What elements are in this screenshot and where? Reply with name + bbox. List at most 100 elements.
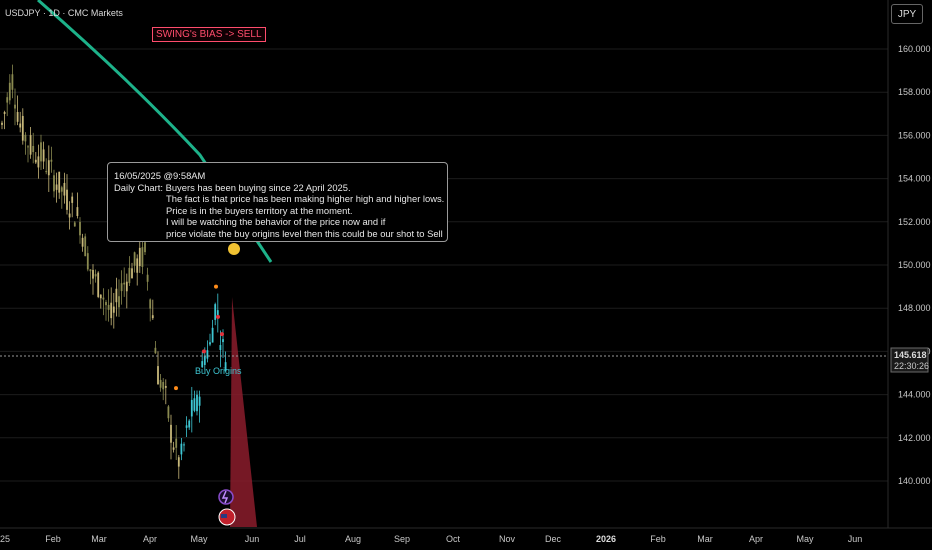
candle-body bbox=[193, 398, 196, 411]
x-tick-label: 25 bbox=[0, 534, 10, 544]
candle-body bbox=[97, 272, 100, 297]
x-tick-label: Sep bbox=[394, 534, 410, 544]
candle-body bbox=[185, 425, 188, 428]
candle-body bbox=[79, 221, 81, 236]
signal-marker bbox=[202, 349, 206, 354]
candle-body bbox=[37, 156, 40, 168]
y-tick-label: 154.000 bbox=[898, 174, 931, 184]
candle-body bbox=[219, 345, 222, 351]
chart-svg[interactable]: 140.000142.000144.000146.000148.000150.0… bbox=[0, 0, 932, 550]
candle-body bbox=[84, 236, 87, 257]
signal-marker bbox=[216, 314, 220, 319]
candle-body bbox=[211, 327, 214, 343]
candle-body bbox=[99, 294, 102, 299]
candle-body bbox=[209, 342, 211, 345]
candle-body bbox=[60, 187, 63, 192]
candle-body bbox=[55, 184, 58, 190]
x-tick-label: May bbox=[190, 534, 208, 544]
y-tick-label: 150.000 bbox=[898, 260, 931, 270]
x-tick-label: May bbox=[796, 534, 814, 544]
candle-body bbox=[16, 112, 19, 122]
candle-body bbox=[27, 146, 29, 148]
candle-body bbox=[141, 247, 144, 267]
symbol-title[interactable]: USDJPY · 1D · CMC Markets bbox=[5, 8, 123, 18]
candle-body bbox=[146, 274, 149, 282]
candle-body bbox=[71, 196, 74, 203]
candle-body bbox=[94, 274, 97, 277]
x-axis: 25 Feb Mar Apr May Jun Jul Aug Sep Oct Nov Dec 2026 F… bbox=[0, 534, 862, 544]
candle-body bbox=[76, 207, 79, 216]
x-tick-label: Jun bbox=[848, 534, 863, 544]
candle-body bbox=[21, 115, 24, 141]
candle-body bbox=[92, 269, 94, 279]
signal-marker bbox=[214, 284, 218, 289]
candle-body bbox=[154, 347, 157, 354]
y-tick-label: 160.000 bbox=[898, 44, 931, 54]
candle-body bbox=[164, 385, 167, 388]
candle-body bbox=[222, 339, 224, 343]
candle-body bbox=[123, 282, 126, 285]
buy-origins-label: Buy Origins bbox=[195, 366, 242, 376]
candle-body bbox=[86, 253, 89, 270]
candle-body bbox=[115, 288, 118, 303]
candle-body bbox=[14, 104, 16, 109]
candle-body bbox=[89, 269, 92, 272]
candle-body bbox=[40, 142, 42, 162]
chart-note-box[interactable]: 16/05/2025 @9:58AM Daily Chart: Buyers h… bbox=[107, 162, 448, 242]
candle-body bbox=[112, 306, 115, 313]
candle-body bbox=[42, 149, 45, 162]
candle-body bbox=[29, 135, 32, 155]
last-price-value: 145.618 bbox=[894, 350, 927, 360]
candle-body bbox=[118, 296, 120, 308]
candle-body bbox=[47, 160, 50, 176]
x-tick-label: Apr bbox=[749, 534, 763, 544]
candle-body bbox=[180, 443, 183, 455]
candle-body bbox=[144, 242, 146, 253]
y-tick-label: 152.000 bbox=[898, 217, 931, 227]
candle-body bbox=[157, 366, 159, 385]
candle-body bbox=[214, 304, 217, 320]
candle-body bbox=[198, 396, 201, 406]
candle-body bbox=[125, 281, 128, 292]
candle-body bbox=[120, 283, 123, 292]
candle-body bbox=[63, 182, 66, 196]
y-tick-label: 158.000 bbox=[898, 87, 931, 97]
candle-body bbox=[24, 134, 27, 142]
candle-body bbox=[45, 171, 48, 173]
candle-body bbox=[58, 171, 61, 193]
y-tick-label: 148.000 bbox=[898, 303, 931, 313]
candle-body bbox=[133, 252, 136, 266]
candle-body bbox=[1, 122, 3, 125]
candle-body bbox=[81, 237, 84, 247]
x-tick-label: Apr bbox=[143, 534, 157, 544]
x-tick-label: Jul bbox=[294, 534, 306, 544]
x-tick-label: Mar bbox=[91, 534, 107, 544]
candle-body bbox=[183, 444, 185, 446]
note-emoji-icon[interactable] bbox=[228, 243, 240, 255]
candle-body bbox=[128, 267, 131, 284]
candle-body bbox=[190, 399, 193, 417]
chart-area[interactable]: 140.000142.000144.000146.000148.000150.0… bbox=[0, 0, 932, 550]
note-line-1: Daily Chart: Buyers has been buying sinc… bbox=[114, 181, 351, 193]
candle-body bbox=[172, 447, 175, 450]
candle-body bbox=[11, 74, 14, 90]
candle-body bbox=[6, 97, 9, 103]
candle-body bbox=[34, 159, 37, 163]
x-tick-label: Dec bbox=[545, 534, 562, 544]
signal-marker bbox=[174, 386, 178, 391]
candle-body bbox=[159, 379, 162, 388]
y-tick-label: 142.000 bbox=[898, 433, 931, 443]
candle-body bbox=[177, 457, 180, 467]
candle-body bbox=[110, 302, 113, 319]
swing-bias-label[interactable]: SWING's BIAS -> SELL bbox=[152, 27, 266, 42]
y-axis: 140.000142.000144.000146.000148.000150.0… bbox=[898, 44, 931, 486]
candle-body bbox=[68, 213, 71, 218]
candle-body bbox=[73, 222, 76, 227]
candle-body bbox=[162, 382, 165, 390]
currency-button[interactable]: JPY bbox=[891, 4, 923, 24]
candle-body bbox=[175, 438, 178, 448]
x-tick-label: Nov bbox=[499, 534, 516, 544]
candle-body bbox=[131, 268, 133, 279]
candle-body bbox=[102, 297, 105, 300]
candle-body bbox=[203, 355, 206, 365]
